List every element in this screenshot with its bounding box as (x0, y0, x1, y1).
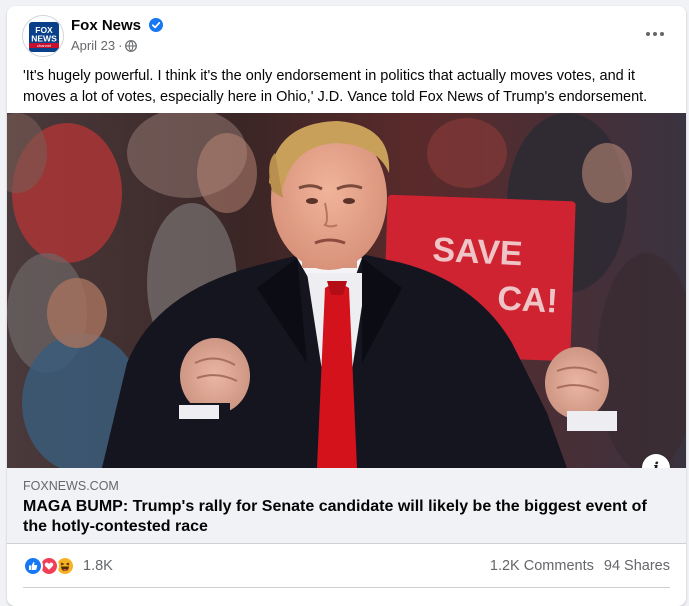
divider (23, 587, 670, 588)
more-options-icon[interactable] (640, 24, 670, 44)
post-caption: 'It's hugely powerful. I think it's the … (23, 68, 648, 105)
sign-text-save: SAVE (432, 231, 524, 274)
page-name[interactable]: Fox News (71, 17, 164, 36)
link-domain: FOXNEWS.COM (23, 479, 119, 493)
reaction-summary[interactable]: 1.8K (23, 556, 113, 576)
link-headline[interactable]: MAGA BUMP: Trump's rally for Senate cand… (23, 497, 663, 537)
page-name-text[interactable]: Fox News (71, 17, 141, 34)
like-icon (23, 556, 43, 576)
comment-share-summary: 1.2K Comments 94 Shares (484, 558, 670, 574)
post-date[interactable]: April 23 (71, 38, 115, 53)
post-photo[interactable]: SAVE CA! (7, 113, 686, 468)
meta-separator: · (118, 38, 123, 53)
reaction-count[interactable]: 1.8K (83, 558, 113, 574)
logo-text-channel: channel (37, 43, 51, 48)
rally-photo: SAVE CA! (7, 113, 686, 468)
comments-count[interactable]: 1.2K Comments (490, 558, 594, 574)
post-card: FOX NEWS channel Fox News April 23 · 'It… (7, 6, 686, 606)
shares-count[interactable]: 94 Shares (604, 558, 670, 574)
sign-text-ca: CA! (496, 279, 558, 320)
link-preview[interactable]: FOXNEWS.COM MAGA BUMP: Trump's rally for… (7, 468, 686, 544)
fox-news-logo: FOX NEWS channel (23, 16, 63, 56)
logo-text-news: NEWS (31, 34, 57, 44)
globe-icon[interactable] (125, 40, 138, 55)
post-meta: April 23 · (71, 38, 138, 55)
post-header: FOX NEWS channel Fox News April 23 · (7, 6, 686, 64)
engagement-bar: 1.8K 1.2K Comments 94 Shares (7, 544, 686, 588)
verified-badge-icon (149, 18, 164, 36)
avatar[interactable]: FOX NEWS channel (22, 15, 64, 57)
